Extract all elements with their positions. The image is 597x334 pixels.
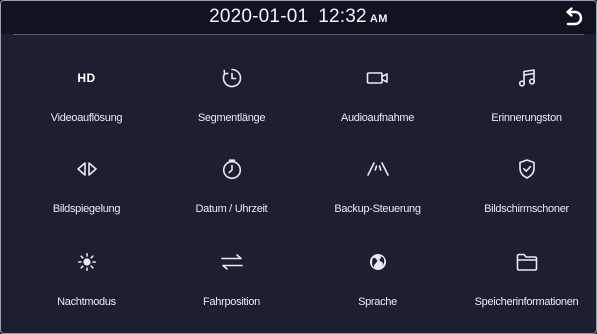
menu-item-label: Sprache: [358, 296, 397, 308]
globe-icon: [303, 249, 452, 275]
menu-item-label: Fahrposition: [203, 296, 260, 308]
menu-item-audio-recording[interactable]: Audioaufnahme: [303, 35, 452, 134]
menu-item-language[interactable]: Sprache: [303, 219, 452, 318]
menu-item-label: Speicherinformationen: [474, 296, 579, 308]
ampm-text: AM: [369, 13, 388, 25]
header-bar: 2020-01-01 12:32 AM: [1, 1, 596, 34]
settings-screen: 2020-01-01 12:32 AM HD Videoauflösung Se…: [0, 0, 597, 334]
mirror-icon: [12, 156, 161, 182]
music-note-icon: [452, 65, 596, 91]
menu-item-video-resolution[interactable]: HD Videoauflösung: [12, 35, 161, 134]
menu-item-label: Segmentlänge: [197, 112, 266, 124]
return-arrow-icon: [566, 7, 583, 26]
menu-item-label: Datum / Uhrzeit: [195, 203, 268, 215]
menu-item-image-mirroring[interactable]: Bildspiegelung: [12, 126, 161, 225]
menu-item-storage-info[interactable]: Speicherinformationen: [452, 219, 596, 318]
settings-grid: HD Videoauflösung Segmentlänge Audioaufn…: [1, 35, 596, 333]
sun-icon: [12, 249, 161, 275]
menu-item-label: Videoauflösung: [50, 112, 123, 124]
datetime-display: 2020-01-01 12:32 AM: [1, 6, 596, 28]
menu-item-label: Audioaufnahme: [340, 112, 415, 124]
menu-item-segment-length[interactable]: Segmentlänge: [157, 35, 306, 134]
folder-icon: [452, 249, 596, 275]
menu-item-label: Nachtmodus: [57, 296, 116, 308]
shield-check-icon: [452, 156, 596, 182]
menu-item-label: Bildschirmschoner: [484, 203, 569, 215]
menu-item-label: Backup-Steuerung: [334, 203, 421, 215]
date-text: 2020-01-01: [209, 6, 309, 27]
menu-item-driving-position[interactable]: Fahrposition: [157, 219, 306, 318]
menu-item-label: Erinnerungston: [491, 112, 562, 124]
menu-item-date-time[interactable]: Datum / Uhrzeit: [157, 126, 306, 225]
menu-item-backup-control[interactable]: Backup-Steuerung: [303, 126, 452, 225]
parking-lines-icon: [303, 156, 452, 182]
clock-icon: [157, 156, 306, 182]
menu-item-night-mode[interactable]: Nachtmodus: [12, 219, 161, 318]
video-camera-icon: [303, 65, 452, 91]
swap-arrows-icon: [157, 249, 306, 275]
menu-item-reminder-tone[interactable]: Erinnerungston: [452, 35, 596, 134]
time-text: 12:32: [318, 6, 367, 27]
timer-icon: [157, 65, 306, 91]
hd-icon: HD: [77, 71, 96, 85]
menu-item-screensaver[interactable]: Bildschirmschoner: [452, 126, 596, 225]
menu-item-label: Bildspiegelung: [52, 203, 121, 215]
back-button[interactable]: [560, 5, 586, 31]
